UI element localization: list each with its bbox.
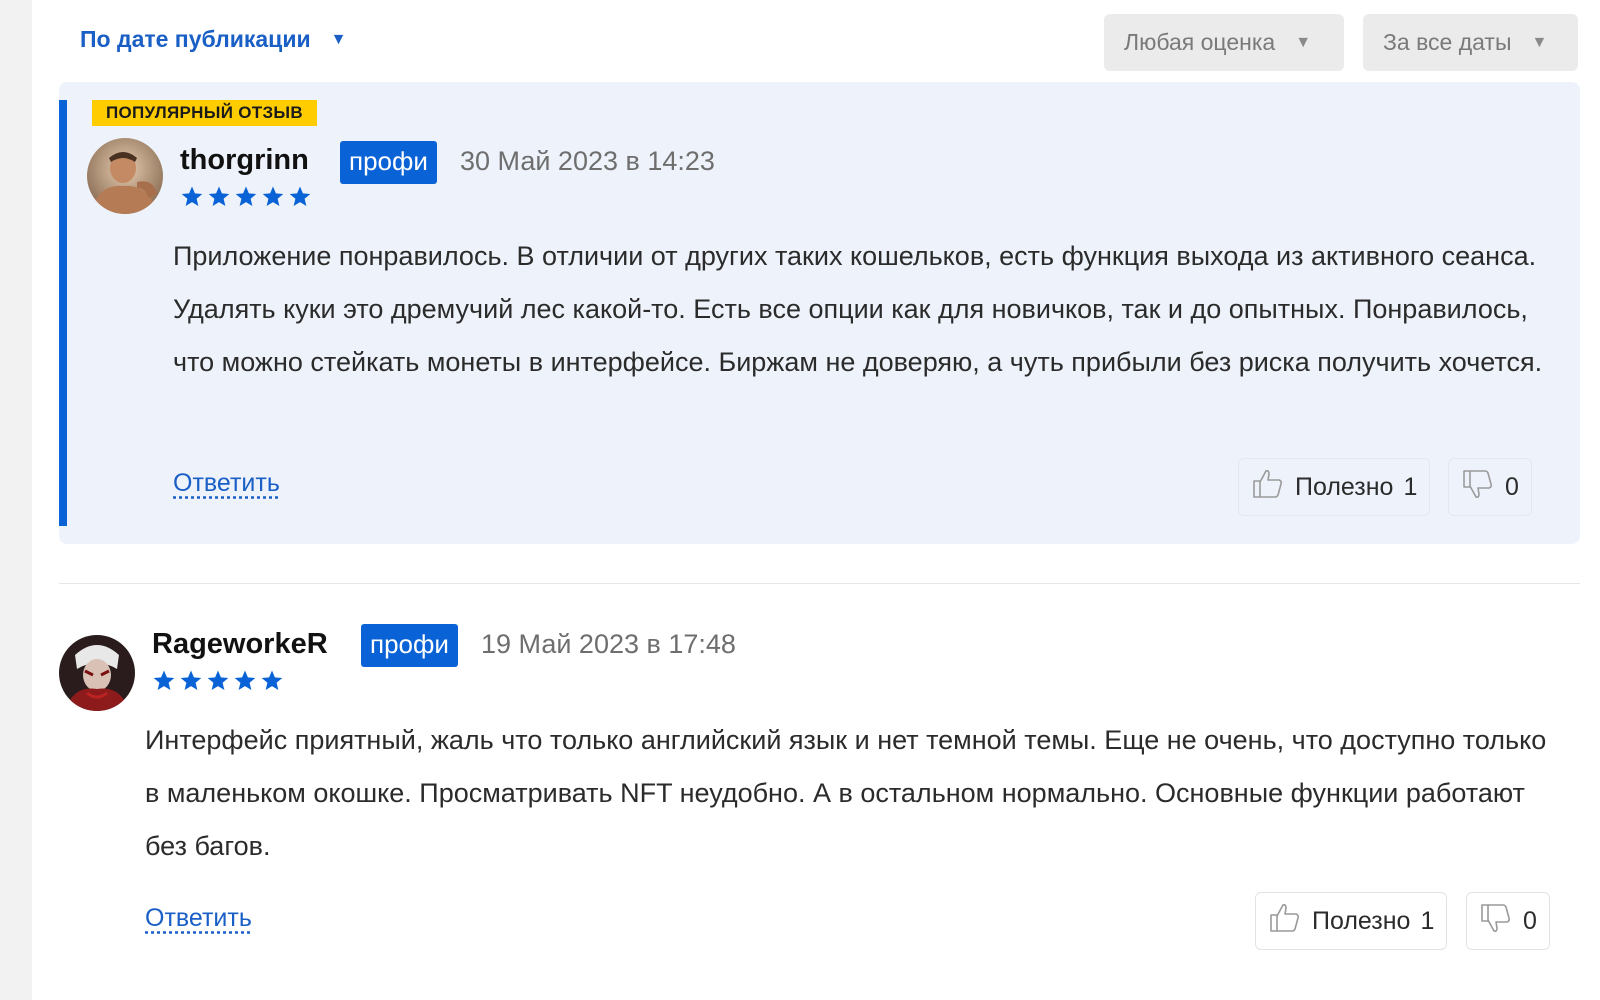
star-icon [261, 670, 283, 690]
helpful-count: 1 [1420, 906, 1435, 935]
star-icon [234, 670, 256, 690]
review-text: Интерфейс приятный, жаль что только англ… [145, 725, 1547, 861]
rating-stars [152, 669, 284, 693]
reply-link[interactable]: Ответить [145, 904, 252, 933]
unhelpful-count: 0 [1523, 906, 1537, 935]
thumbs-down-icon [1461, 467, 1495, 508]
helpful-button[interactable]: Полезно 1 [1255, 892, 1448, 950]
star-icon [153, 670, 175, 690]
review-date: 30 Май 2023 в 14:23 [460, 146, 715, 176]
rating-filter-label: Любая оценка [1124, 29, 1276, 55]
thumbs-up-icon [1251, 467, 1285, 508]
pro-badge: профи [340, 141, 437, 184]
helpful-count: 1 [1403, 472, 1418, 501]
caret-down-icon: ▼ [330, 30, 347, 48]
unhelpful-count: 0 [1505, 472, 1519, 501]
star-icon [180, 670, 202, 690]
star-icon [181, 186, 203, 206]
review-username[interactable]: thorgrinn [180, 144, 309, 177]
avatar[interactable] [87, 138, 163, 214]
sort-label: По дате публикации [80, 26, 311, 52]
date-filter-dropdown[interactable]: За все даты ▼ [1363, 14, 1578, 71]
reply-link[interactable]: Ответить [173, 469, 280, 498]
review-username[interactable]: RageworkeR [152, 628, 328, 661]
helpful-button[interactable]: Полезно 1 [1238, 458, 1431, 516]
review-card: RageworkeR профи 19 Май 2023 в 17:48 Инт… [59, 620, 1580, 1000]
unhelpful-button[interactable]: 0 [1448, 458, 1532, 516]
review-divider [59, 583, 1580, 584]
caret-down-icon: ▼ [1295, 33, 1312, 51]
date-filter-label: За все даты [1383, 29, 1512, 55]
popular-accent-bar [59, 100, 67, 526]
reviews-page: По дате публикации ▼ Любая оценка ▼ За в… [0, 0, 1600, 1000]
thumbs-down-icon [1479, 901, 1513, 942]
star-icon [235, 186, 257, 206]
star-icon [207, 670, 229, 690]
avatar[interactable] [59, 635, 135, 711]
star-icon [262, 186, 284, 206]
star-icon [289, 186, 311, 206]
review-text: Приложение понравилось. В отличии от дру… [173, 241, 1543, 377]
helpful-label: Полезно [1295, 472, 1394, 501]
helpful-label: Полезно [1312, 906, 1411, 935]
star-icon [208, 186, 230, 206]
popular-review-badge: ПОПУЛЯРНЫЙ ОТЗЫВ [92, 100, 317, 126]
sort-dropdown[interactable]: По дате публикации ▼ [80, 26, 346, 53]
rating-filter-dropdown[interactable]: Любая оценка ▼ [1104, 14, 1344, 71]
caret-down-icon: ▼ [1531, 33, 1548, 51]
review-date: 19 Май 2023 в 17:48 [481, 629, 736, 659]
rating-stars [180, 185, 312, 209]
unhelpful-button[interactable]: 0 [1466, 892, 1550, 950]
pro-badge: профи [361, 624, 458, 667]
thumbs-up-icon [1268, 901, 1302, 942]
review-card-popular: ПОПУЛЯРНЫЙ ОТЗЫВ thorgrinn профи 30 Май … [59, 82, 1580, 544]
